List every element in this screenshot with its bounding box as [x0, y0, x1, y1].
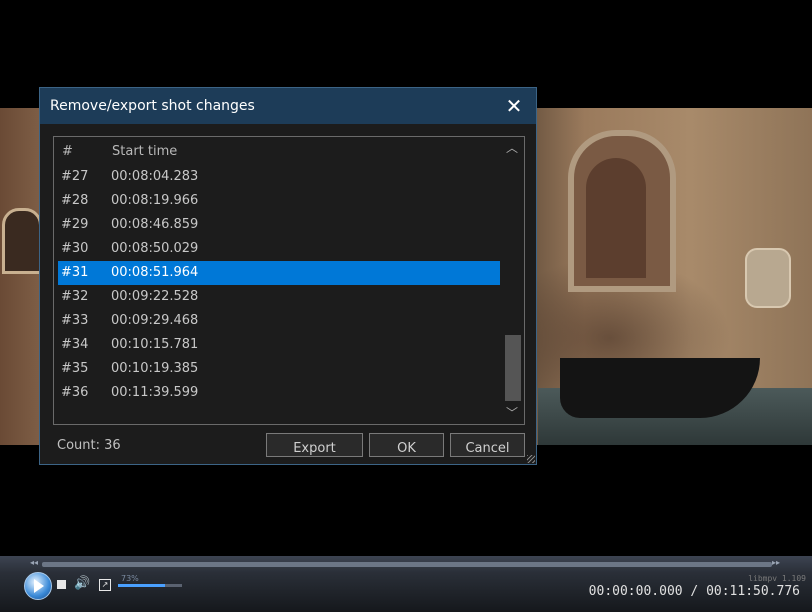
list-rows: #27 00:08:04.283 #28 00:08:19.966 #29 00:08:4… [54, 165, 500, 405]
player-controls: ◂◂ ▸▸ 🔊 ↗ 73% libmpv 1.109 00:00:00.000 … [0, 556, 812, 612]
shot-start-time: 00:08:51.964 [111, 265, 199, 280]
shot-changes-list[interactable]: # Start time #27 00:08:04.283 #28 00:08:19.… [53, 136, 525, 425]
shot-number: #33 [61, 313, 89, 328]
timecode: 00:00:00.000 / 00:11:50.776 [588, 584, 800, 599]
list-header: # Start time [54, 137, 500, 165]
engine-label: libmpv 1.109 [748, 574, 806, 583]
list-item[interactable]: #29 00:08:46.859 [58, 213, 500, 237]
shot-start-time: 00:08:04.283 [111, 169, 199, 184]
volume-slider-fill [118, 584, 165, 587]
shot-start-time: 00:11:39.599 [111, 385, 199, 400]
shot-number: #28 [61, 193, 89, 208]
seek-bar[interactable] [42, 562, 772, 567]
video-window-detail [2, 208, 42, 274]
video-mask-detail [745, 248, 791, 308]
list-item[interactable]: #27 00:08:04.283 [58, 165, 500, 189]
shot-start-time: 00:08:46.859 [111, 217, 199, 232]
scrollbar-thumb[interactable] [505, 335, 521, 401]
fullscreen-icon[interactable]: ↗ [99, 579, 111, 591]
list-item[interactable]: #34 00:10:15.781 [58, 333, 500, 357]
list-item[interactable]: #35 00:10:19.385 [58, 357, 500, 381]
export-button[interactable]: Export [266, 433, 363, 457]
cancel-button[interactable]: Cancel [450, 433, 525, 457]
seek-forward-icon[interactable]: ▸▸ [772, 558, 780, 567]
shot-number: #31 [61, 265, 89, 280]
chevron-up-icon[interactable]: ︿ [501, 137, 523, 159]
chevron-down-icon[interactable]: ﹀ [501, 402, 523, 424]
shot-start-time: 00:10:19.385 [111, 361, 199, 376]
video-door-detail [586, 158, 646, 278]
shot-number: #36 [61, 385, 89, 400]
shot-start-time: 00:08:19.966 [111, 193, 199, 208]
shot-number: #30 [61, 241, 89, 256]
dialog-title: Remove/export shot changes [50, 98, 255, 114]
volume-slider[interactable] [118, 584, 182, 587]
list-item[interactable]: #32 00:09:22.528 [58, 285, 500, 309]
seek-back-icon[interactable]: ◂◂ [30, 558, 38, 567]
volume-icon[interactable]: 🔊 [74, 576, 90, 591]
shot-start-time: 00:10:15.781 [111, 337, 199, 352]
resize-grip[interactable] [527, 455, 535, 463]
list-item[interactable]: #28 00:08:19.966 [58, 189, 500, 213]
volume-label: 73% [121, 574, 139, 583]
shot-number: #32 [61, 289, 89, 304]
dialog-titlebar[interactable]: Remove/export shot changes ✕ [40, 88, 536, 124]
shot-number: #34 [61, 337, 89, 352]
shot-number: #27 [61, 169, 89, 184]
list-item[interactable]: #30 00:08:50.029 [58, 237, 500, 261]
list-scrollbar[interactable]: ︿ ﹀ [501, 137, 523, 424]
shot-number: #29 [61, 217, 89, 232]
column-header-start-time[interactable]: Start time [112, 144, 177, 159]
video-gondola-detail [560, 358, 760, 418]
close-icon[interactable]: ✕ [504, 96, 524, 116]
shot-number: #35 [61, 361, 89, 376]
list-item[interactable]: #31 00:08:51.964 [58, 261, 500, 285]
stop-icon[interactable] [57, 580, 66, 589]
list-item[interactable]: #36 00:11:39.599 [58, 381, 500, 405]
shot-start-time: 00:08:50.029 [111, 241, 199, 256]
play-icon[interactable] [24, 572, 52, 600]
count-label: Count: 36 [57, 438, 121, 453]
column-header-number[interactable]: # [62, 144, 73, 159]
shot-start-time: 00:09:29.468 [111, 313, 199, 328]
ok-button[interactable]: OK [369, 433, 444, 457]
list-item[interactable]: #33 00:09:29.468 [58, 309, 500, 333]
shot-start-time: 00:09:22.528 [111, 289, 199, 304]
shot-changes-dialog: Remove/export shot changes ✕ # Start tim… [39, 87, 537, 465]
